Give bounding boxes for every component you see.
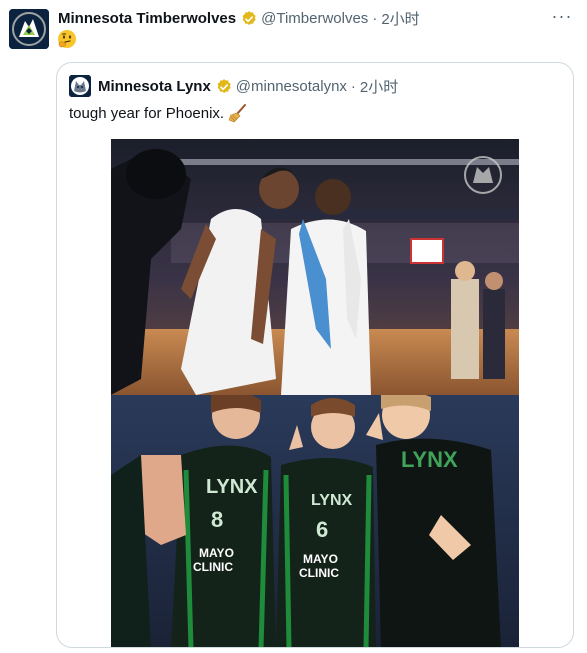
tweet[interactable]: Minnesota Timberwolves @Timberwolves · 2… [0,0,587,653]
svg-text:CLINIC: CLINIC [193,560,233,574]
verified-badge-icon [215,78,233,96]
photo-players-celebrating-icon [111,139,519,395]
quoted-author-handle[interactable]: @minnesotalynx [236,78,347,95]
tweet-timestamp[interactable]: 2小时 [381,8,419,29]
author-name[interactable]: Minnesota Timberwolves [58,10,236,27]
svg-text:LYNX: LYNX [401,447,458,472]
svg-text:8: 8 [211,507,223,532]
timberwolves-logo-icon [9,9,49,49]
separator-dot: · [372,10,378,27]
svg-text:LYNX: LYNX [311,492,353,509]
svg-text:CLINIC: CLINIC [299,566,339,580]
more-options-icon[interactable]: ··· [551,6,573,26]
quoted-timestamp[interactable]: 2小时 [360,76,398,97]
svg-text:6: 6 [316,517,328,542]
svg-text:MAYO: MAYO [303,552,338,566]
quoted-text: tough year for Phoenix. [69,104,225,122]
thinking-face-emoji-icon [56,28,78,50]
tweet-photo[interactable]: LYNX 8 MAYO CLINIC LYNX 6 MAYO CLINIC LY… [111,139,519,647]
quoted-header: Minnesota Lynx @minnesotalynx · 2小时 [98,76,398,97]
tweet-header: Minnesota Timberwolves @Timberwolves · 2… [58,8,420,29]
verified-badge-icon [240,10,258,28]
separator-dot: · [350,78,356,95]
timberwolves-avatar[interactable] [9,9,49,49]
quoted-tweet[interactable]: Minnesota Lynx @minnesotalynx · 2小时 toug… [56,62,574,648]
quoted-author-name[interactable]: Minnesota Lynx [98,78,211,95]
author-handle[interactable]: @Timberwolves [261,10,368,27]
svg-text:LYNX: LYNX [206,476,258,498]
lynx-logo-icon [69,75,91,97]
photo-lynx-players-posing-icon: LYNX 8 MAYO CLINIC LYNX 6 MAYO CLINIC LY… [111,395,519,647]
quoted-text-row: tough year for Phoenix. [69,103,248,123]
broom-emoji-icon [228,103,248,123]
svg-text:MAYO: MAYO [199,546,234,560]
lynx-avatar[interactable] [69,75,91,97]
